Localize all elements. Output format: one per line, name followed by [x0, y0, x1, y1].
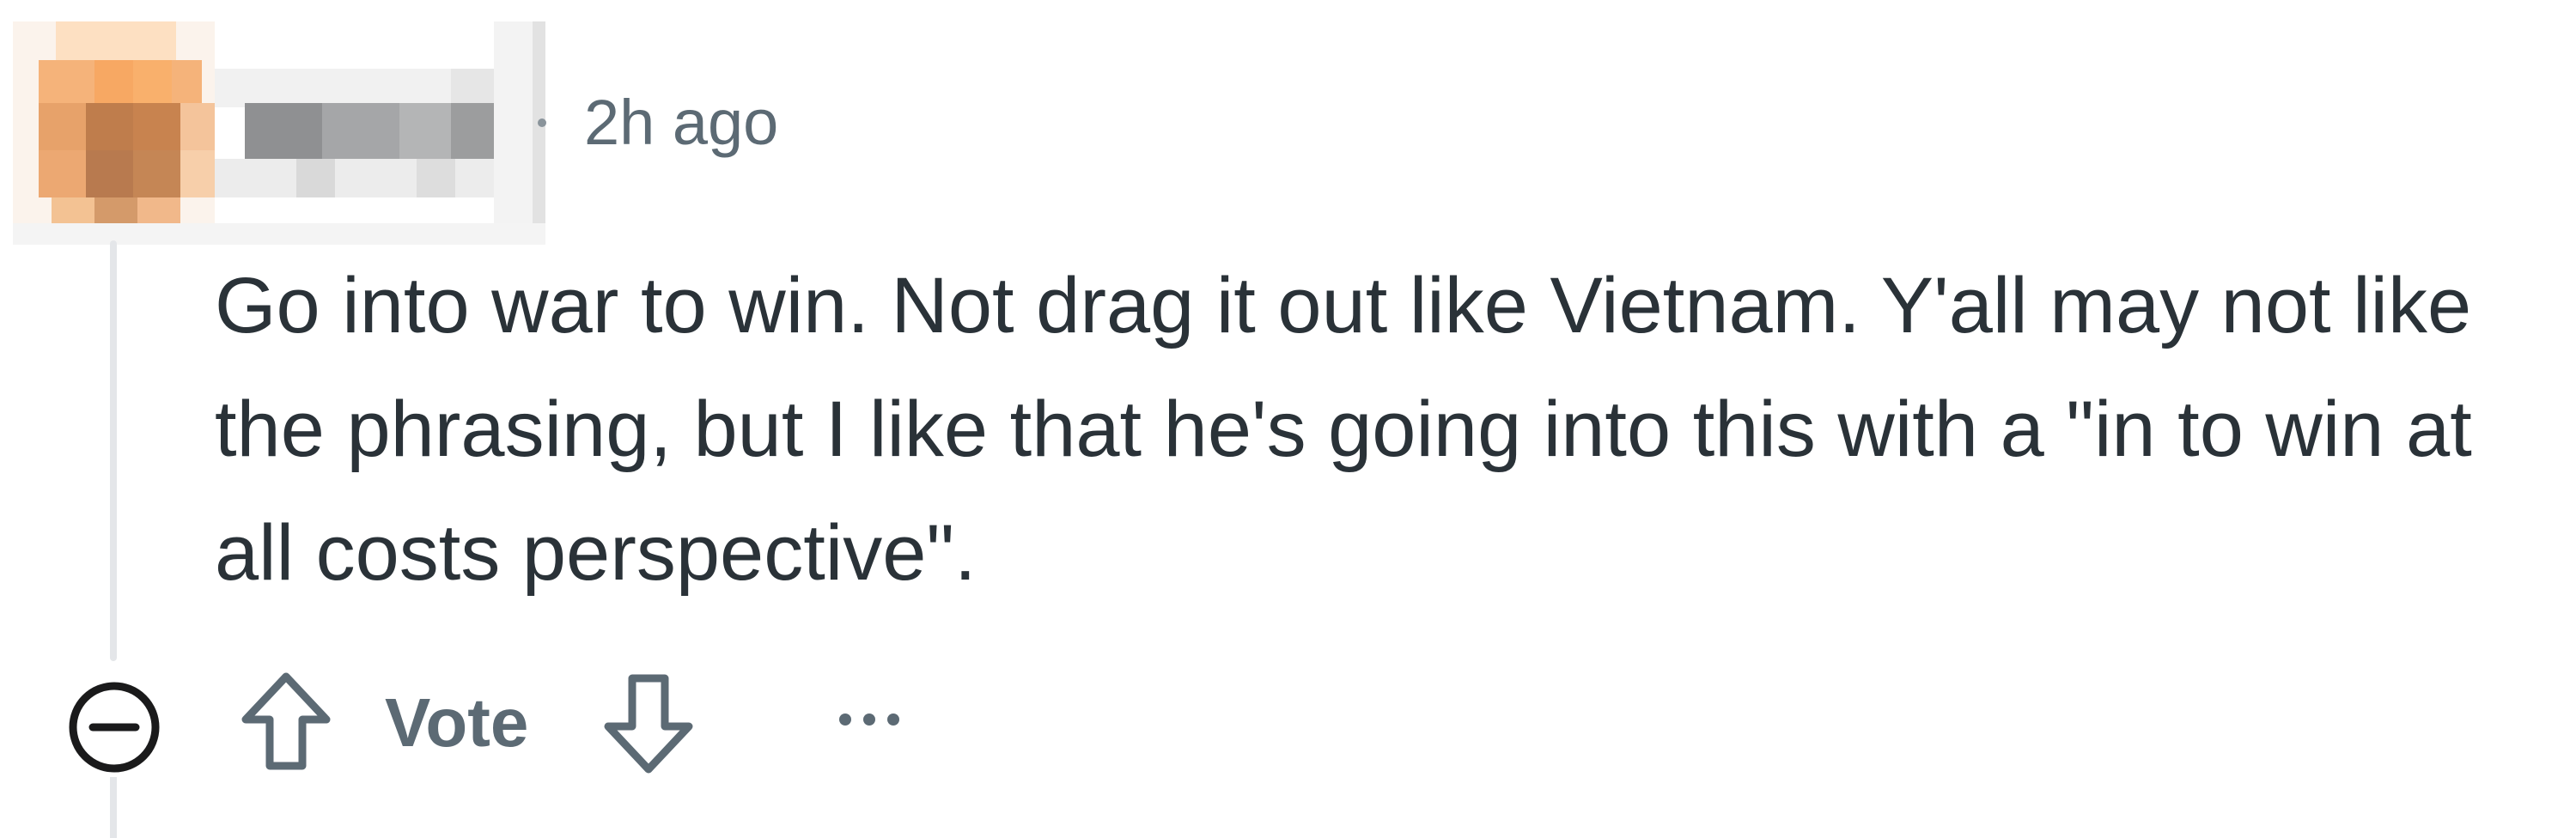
upvote-button[interactable] — [239, 670, 333, 778]
comment-action-bar: Vote — [0, 661, 2576, 781]
collapse-minus-circle-icon — [69, 682, 160, 773]
thread-line[interactable] — [110, 240, 117, 661]
pixelated-avatar — [13, 21, 545, 245]
meta-separator-dot — [538, 118, 546, 127]
collapse-thread-button[interactable] — [67, 680, 161, 774]
arrow-up-outline-icon — [241, 672, 331, 770]
vote-label: Vote — [385, 684, 529, 761]
ellipsis-icon — [839, 714, 899, 726]
comment: 2h ago Go into war to win. Not drag it o… — [0, 0, 2576, 838]
thread-line-continuation[interactable] — [110, 777, 117, 838]
redacted-avatar-username[interactable] — [13, 21, 545, 245]
comment-timestamp: 2h ago — [584, 87, 779, 158]
arrow-down-outline-icon — [604, 674, 693, 774]
comment-body: Go into war to win. Not drag it out like… — [215, 262, 2472, 597]
more-options-button[interactable] — [835, 702, 904, 737]
downvote-button[interactable] — [601, 670, 696, 778]
